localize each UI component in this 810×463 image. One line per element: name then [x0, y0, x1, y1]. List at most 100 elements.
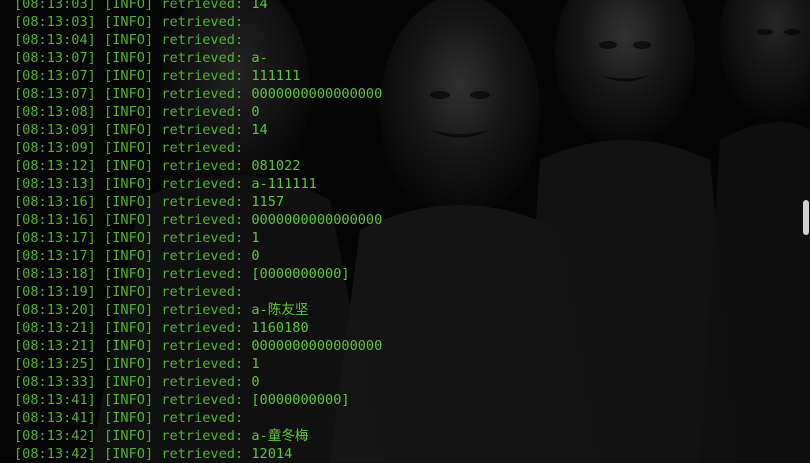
log-value: a-陈友坚	[251, 302, 309, 318]
log-timestamp: [08:13:07]	[14, 86, 96, 102]
log-timestamp: [08:13:07]	[14, 68, 96, 84]
log-timestamp: [08:13:09]	[14, 122, 96, 138]
log-level: [INFO]	[104, 122, 154, 138]
log-level: [INFO]	[104, 248, 154, 264]
log-timestamp: [08:13:41]	[14, 410, 96, 426]
log-keyword: retrieved:	[161, 104, 244, 120]
log-line: [08:13:41] [INFO] retrieved: [0000000000…	[14, 391, 382, 409]
log-keyword: retrieved:	[161, 284, 244, 300]
log-timestamp: [08:13:16]	[14, 194, 96, 210]
log-level: [INFO]	[104, 266, 154, 282]
log-timestamp: [08:13:41]	[14, 392, 96, 408]
log-timestamp: [08:13:42]	[14, 428, 96, 444]
log-value: 0000000000000000	[251, 212, 383, 228]
log-level: [INFO]	[104, 230, 154, 246]
log-keyword: retrieved:	[161, 356, 244, 372]
log-line: [08:13:25] [INFO] retrieved: 1	[14, 355, 382, 373]
log-timestamp: [08:13:33]	[14, 374, 96, 390]
log-level: [INFO]	[104, 446, 154, 462]
log-timestamp: [08:13:17]	[14, 248, 96, 264]
log-line: [08:13:18] [INFO] retrieved: [0000000000…	[14, 265, 382, 283]
log-keyword: retrieved:	[161, 194, 244, 210]
log-line: [08:13:07] [INFO] retrieved: a-	[14, 49, 382, 67]
log-value: 1160180	[251, 320, 309, 336]
log-line: [08:13:16] [INFO] retrieved: 00000000000…	[14, 211, 382, 229]
log-keyword: retrieved:	[161, 446, 244, 462]
log-level: [INFO]	[104, 428, 154, 444]
terminal-window[interactable]: [08:13:03] [INFO] retrieved: 14 [08:13:03…	[0, 0, 810, 463]
log-level: [INFO]	[104, 392, 154, 408]
log-value: 081022	[251, 158, 301, 174]
log-value: 12014	[251, 446, 293, 462]
log-timestamp: [08:13:20]	[14, 302, 96, 318]
log-value: 14	[251, 0, 268, 12]
log-value: a-111111	[251, 176, 317, 192]
log-level: [INFO]	[104, 104, 154, 120]
log-keyword: retrieved:	[161, 212, 244, 228]
log-keyword: retrieved:	[161, 302, 244, 318]
log-line: [08:13:42] [INFO] retrieved: 12014	[14, 445, 382, 463]
log-keyword: retrieved:	[161, 266, 244, 282]
log-line: [08:13:08] [INFO] retrieved: 0	[14, 103, 382, 121]
log-level: [INFO]	[104, 140, 154, 156]
log-line: [08:13:21] [INFO] retrieved: 1160180	[14, 319, 382, 337]
log-level: [INFO]	[104, 14, 154, 30]
log-level: [INFO]	[104, 374, 154, 390]
log-value: 14	[251, 122, 268, 138]
log-level: [INFO]	[104, 158, 154, 174]
log-value: 0	[251, 248, 260, 264]
scrollbar[interactable]	[802, 0, 810, 463]
log-line: [08:13:03] [INFO] retrieved:	[14, 13, 382, 31]
log-keyword: retrieved:	[161, 374, 244, 390]
log-level: [INFO]	[104, 86, 154, 102]
log-timestamp: [08:13:18]	[14, 266, 96, 282]
log-value: 111111	[251, 68, 301, 84]
log-keyword: retrieved:	[161, 122, 244, 138]
log-timestamp: [08:13:21]	[14, 320, 96, 336]
log-value: [0000000000]	[251, 392, 350, 408]
log-value: 1	[251, 356, 260, 372]
log-timestamp: [08:13:17]	[14, 230, 96, 246]
log-keyword: retrieved:	[161, 158, 244, 174]
log-line: [08:13:09] [INFO] retrieved: 14	[14, 121, 382, 139]
log-keyword: retrieved:	[161, 0, 244, 12]
log-value: 0000000000000000	[251, 338, 383, 354]
log-timestamp: [08:13:04]	[14, 32, 96, 48]
log-keyword: retrieved:	[161, 428, 244, 444]
log-keyword: retrieved:	[161, 338, 244, 354]
log-level: [INFO]	[104, 68, 154, 84]
log-line: [08:13:17] [INFO] retrieved: 1	[14, 229, 382, 247]
log-level: [INFO]	[104, 50, 154, 66]
scroll-thumb[interactable]	[803, 200, 809, 235]
log-value: a-	[251, 50, 268, 66]
log-level: [INFO]	[104, 284, 154, 300]
log-level: [INFO]	[104, 194, 154, 210]
log-keyword: retrieved:	[161, 176, 244, 192]
log-keyword: retrieved:	[161, 86, 244, 102]
log-line: [08:13:09] [INFO] retrieved:	[14, 139, 382, 157]
log-timestamp: [08:13:08]	[14, 104, 96, 120]
log-line: [08:13:04] [INFO] retrieved:	[14, 31, 382, 49]
log-keyword: retrieved:	[161, 410, 244, 426]
log-line: [08:13:07] [INFO] retrieved: 00000000000…	[14, 85, 382, 103]
log-keyword: retrieved:	[161, 68, 244, 84]
log-level: [INFO]	[104, 32, 154, 48]
log-timestamp: [08:13:12]	[14, 158, 96, 174]
log-timestamp: [08:13:16]	[14, 212, 96, 228]
log-line: [08:13:41] [INFO] retrieved:	[14, 409, 382, 427]
log-keyword: retrieved:	[161, 50, 244, 66]
log-level: [INFO]	[104, 410, 154, 426]
log-level: [INFO]	[104, 0, 154, 12]
log-line: [08:13:33] [INFO] retrieved: 0	[14, 373, 382, 391]
log-keyword: retrieved:	[161, 320, 244, 336]
log-line: [08:13:16] [INFO] retrieved: 1157	[14, 193, 382, 211]
log-level: [INFO]	[104, 356, 154, 372]
log-level: [INFO]	[104, 320, 154, 336]
log-line: [08:13:42] [INFO] retrieved: a-童冬梅	[14, 427, 382, 445]
log-timestamp: [08:13:25]	[14, 356, 96, 372]
log-line: [08:13:20] [INFO] retrieved: a-陈友坚	[14, 301, 382, 319]
log-keyword: retrieved:	[161, 248, 244, 264]
log-value: 0000000000000000	[251, 86, 383, 102]
log-line: [08:13:19] [INFO] retrieved:	[14, 283, 382, 301]
log-value: a-童冬梅	[251, 428, 309, 444]
